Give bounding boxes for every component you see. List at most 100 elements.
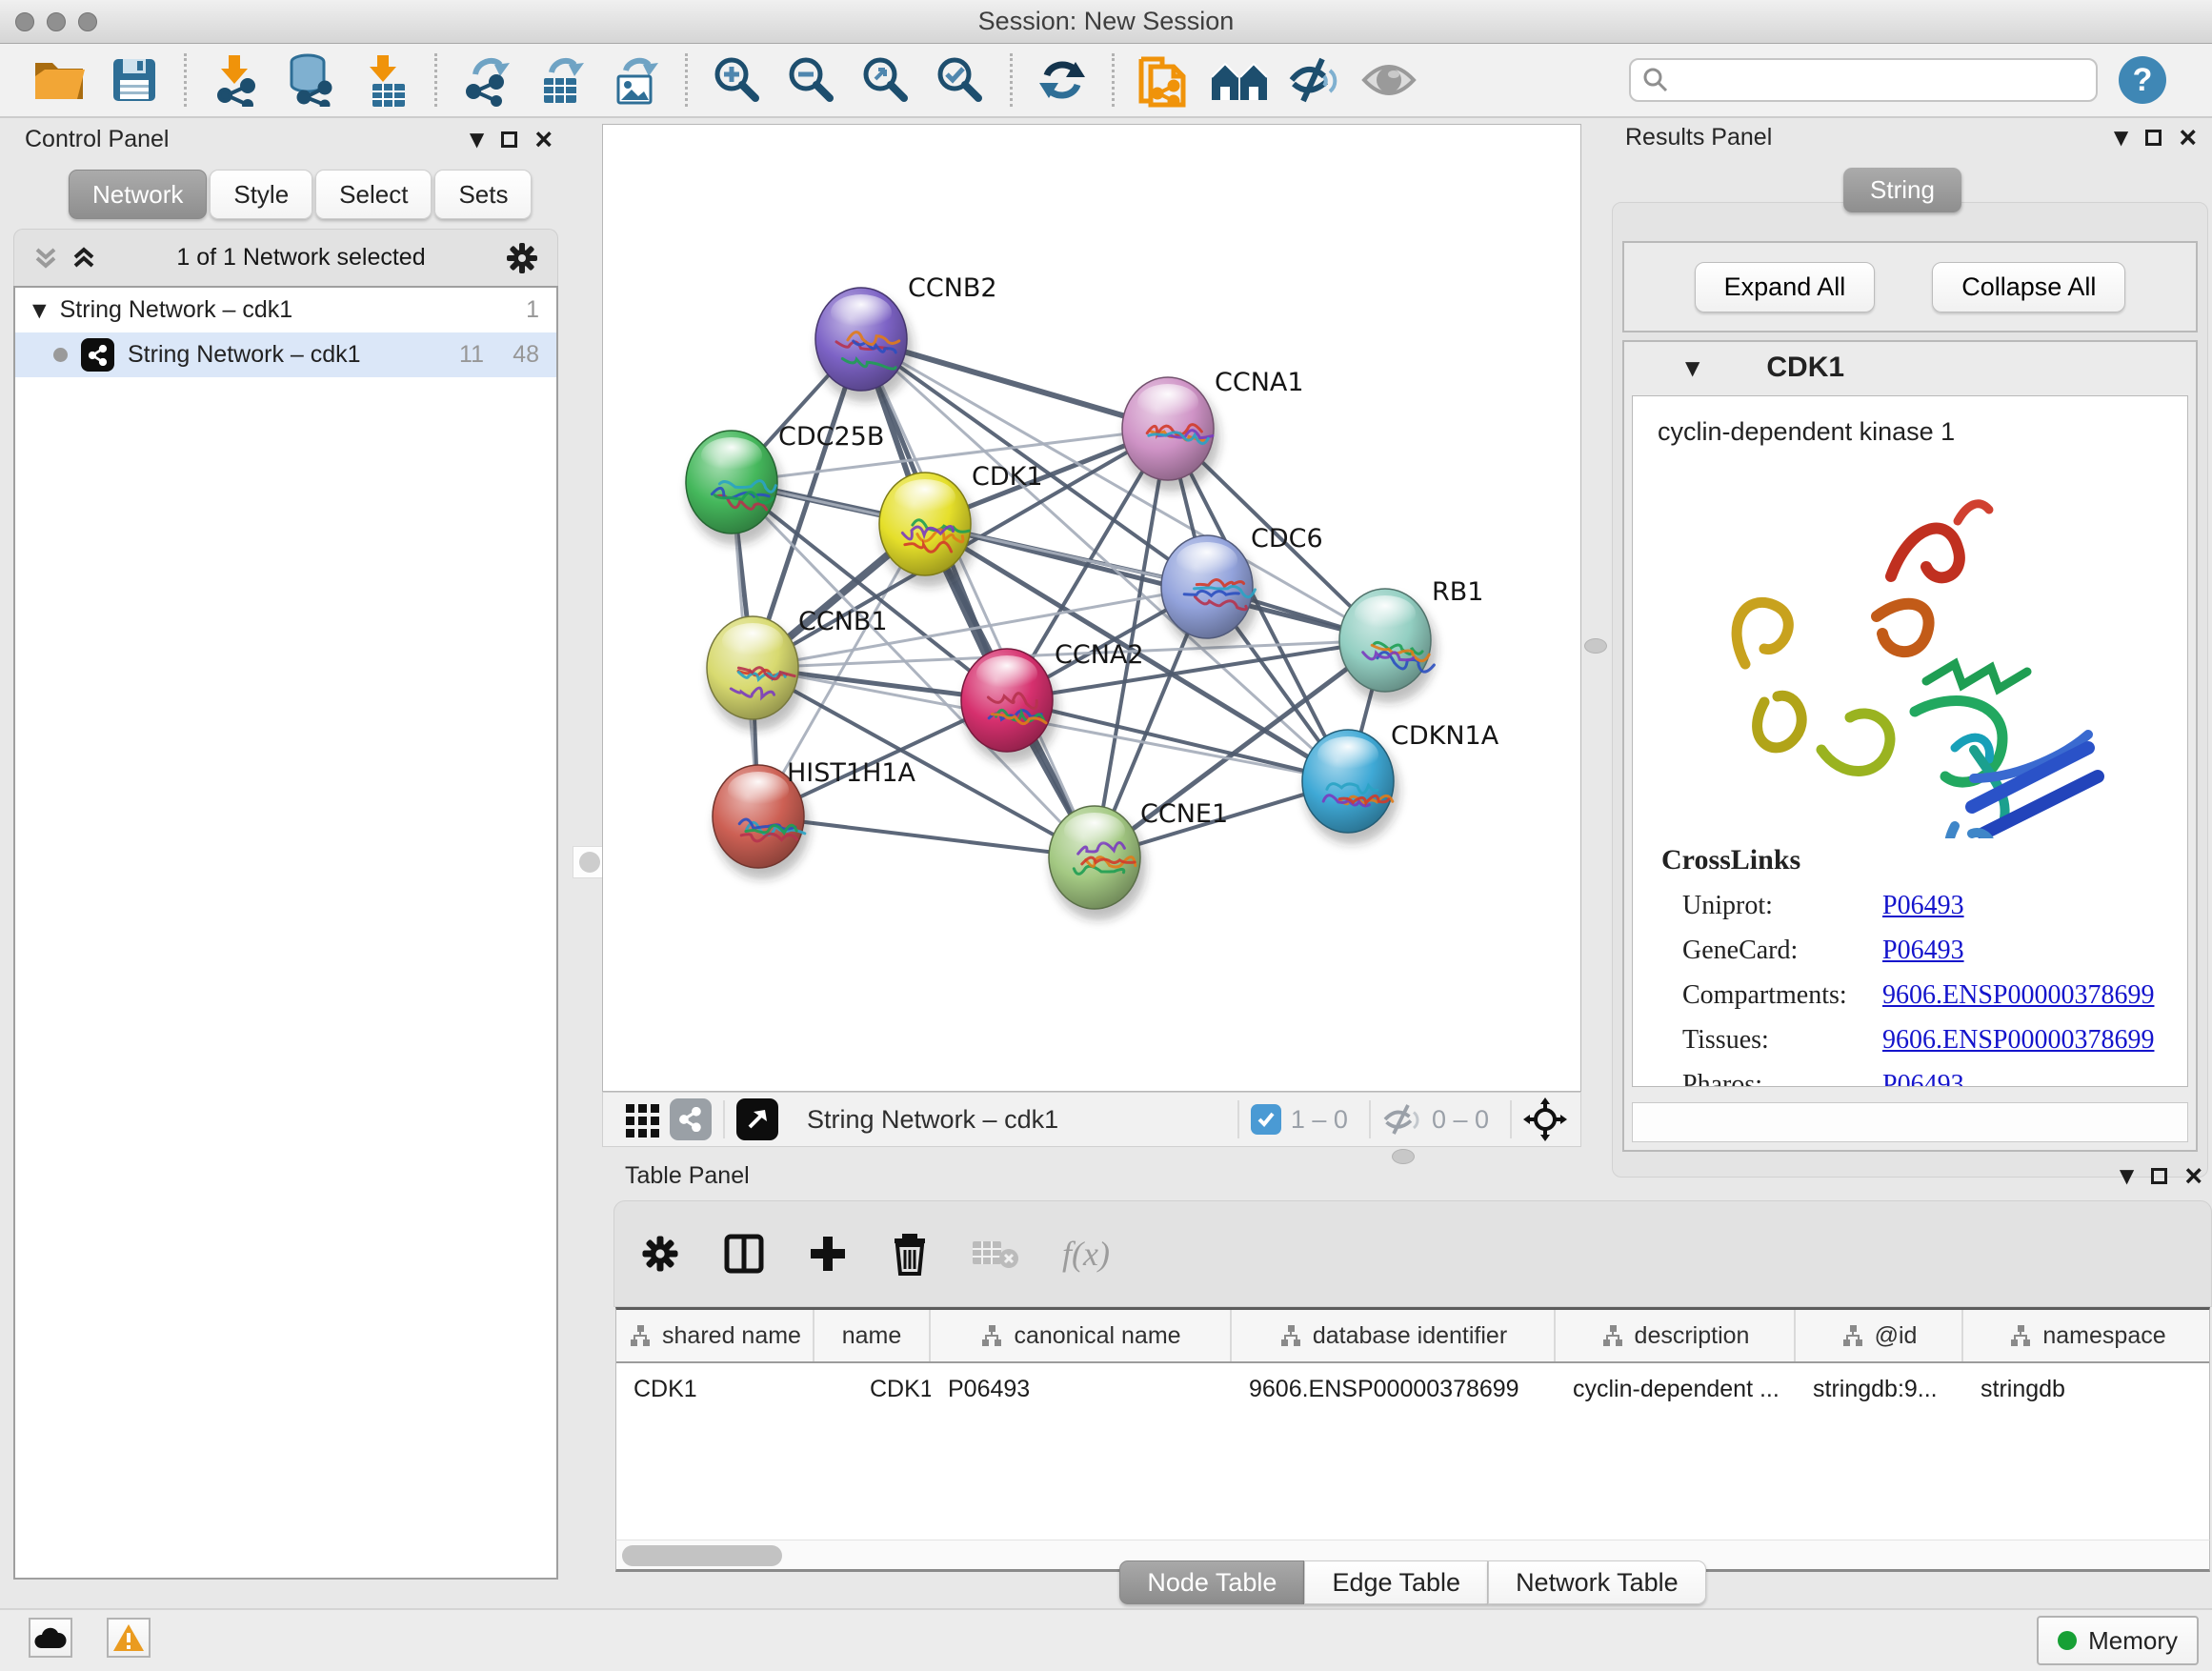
open-session-button[interactable] — [31, 51, 89, 109]
check-icon — [1256, 1109, 1277, 1130]
disclosure-triangle-icon[interactable]: ▼ — [32, 300, 47, 321]
export-image-button[interactable] — [607, 51, 664, 109]
memory-button[interactable]: Memory — [2037, 1616, 2199, 1665]
search-box[interactable] — [1629, 58, 2098, 102]
export-network-button[interactable] — [458, 51, 515, 109]
import-table-button[interactable] — [356, 51, 413, 109]
panel-float-icon[interactable] — [2151, 1168, 2167, 1184]
zoom-fit-button[interactable] — [857, 51, 915, 109]
import-network-button[interactable] — [208, 51, 265, 109]
delete-column-icon[interactable] — [891, 1232, 929, 1276]
panel-close-icon[interactable]: × — [2184, 1160, 2202, 1191]
birds-eye-view-button[interactable] — [736, 1098, 778, 1140]
warning-icon — [112, 1623, 145, 1652]
tab-sets[interactable]: Sets — [434, 170, 532, 219]
columns-icon[interactable] — [723, 1233, 765, 1275]
help-button[interactable]: ? — [2119, 56, 2166, 104]
export-table-button[interactable] — [533, 51, 590, 109]
expand-all-button[interactable]: Expand All — [1695, 262, 1876, 312]
network-row-selected[interactable]: String Network – cdk1 11 48 — [15, 332, 556, 377]
results-panel-title: Results Panel — [1625, 124, 1772, 151]
panel-close-icon[interactable]: × — [534, 124, 553, 154]
network-node-CCNA1[interactable] — [1122, 377, 1214, 480]
status-bar: Memory — [0, 1608, 2212, 1671]
share-document-button[interactable] — [1136, 51, 1193, 109]
tab-network-table[interactable]: Network Table — [1488, 1560, 1706, 1604]
refresh-button[interactable] — [1034, 51, 1091, 109]
minimize-window-button[interactable] — [47, 12, 66, 31]
column-header[interactable]: name — [814, 1310, 931, 1361]
disclosure-triangle-icon[interactable]: ▼ — [1685, 356, 1699, 379]
network-collection-row[interactable]: ▼ String Network – cdk1 1 — [15, 288, 556, 332]
import-network-from-database-button[interactable] — [282, 51, 339, 109]
node-label-CDC6: CDC6 — [1251, 524, 1323, 554]
close-window-button[interactable] — [15, 12, 34, 31]
collapse-all-button[interactable]: Collapse All — [1932, 262, 2125, 312]
zoom-in-button[interactable] — [709, 51, 766, 109]
panel-menu-icon[interactable]: ▼ — [2120, 1164, 2134, 1187]
save-session-button[interactable] — [106, 51, 163, 109]
gear-icon[interactable] — [639, 1233, 681, 1275]
node-label-HIST1H1A: HIST1H1A — [787, 758, 916, 788]
column-header[interactable]: shared name — [616, 1310, 814, 1361]
network-node-CCNE1[interactable] — [1049, 806, 1140, 909]
network-node-CDKN1A[interactable] — [1302, 730, 1394, 833]
panel-menu-icon[interactable]: ▼ — [470, 128, 484, 151]
tab-string[interactable]: String — [1843, 168, 1961, 212]
network-canvas[interactable]: CCNB2CCNA1CDC25BCDK1CDC6RB1CCNB1CCNA2CDK… — [602, 124, 1581, 1092]
attribute-icon — [2008, 1323, 2033, 1348]
crosslink-tissues[interactable]: 9606.ENSP00000378699 — [1882, 1025, 2154, 1056]
panel-menu-icon[interactable]: ▼ — [2114, 126, 2128, 149]
crosslink-compartments[interactable]: 9606.ENSP00000378699 — [1882, 980, 2154, 1011]
hidden-eye-icon[interactable] — [1382, 1103, 1422, 1136]
crosslink-pharos[interactable]: P06493 — [1882, 1070, 1964, 1087]
column-header[interactable]: @id — [1796, 1310, 1963, 1361]
network-node-CCNA2[interactable] — [961, 649, 1053, 752]
show-all-button[interactable] — [1360, 51, 1418, 109]
tab-select[interactable]: Select — [315, 170, 432, 219]
network-node-CDC25B[interactable] — [686, 431, 777, 534]
crosslink-uniprot[interactable]: P06493 — [1882, 891, 1964, 921]
node-table: shared name name canonical name database… — [615, 1307, 2210, 1540]
network-node-CCNB2[interactable] — [815, 288, 907, 391]
zoom-window-button[interactable] — [78, 12, 97, 31]
double-house-icon — [1210, 58, 1269, 102]
add-column-icon[interactable] — [807, 1233, 849, 1275]
search-input[interactable] — [1677, 66, 2084, 95]
column-header[interactable]: namespace — [1963, 1310, 2210, 1361]
zoom-out-button[interactable] — [783, 51, 840, 109]
panel-close-icon[interactable]: × — [2179, 122, 2197, 152]
column-header[interactable]: description — [1556, 1310, 1796, 1361]
homes-button[interactable] — [1210, 51, 1269, 109]
toolbar-divider — [723, 1100, 725, 1138]
network-node-CDK1[interactable] — [879, 473, 971, 575]
network-node-CCNB1[interactable] — [707, 616, 798, 719]
column-header[interactable]: database identifier — [1232, 1310, 1556, 1361]
panel-float-icon[interactable] — [2145, 130, 2162, 146]
zoom-selected-button[interactable] — [932, 51, 989, 109]
collapse-all-networks-icon[interactable] — [31, 244, 60, 272]
tab-node-table[interactable]: Node Table — [1119, 1560, 1304, 1604]
export-image-icon — [611, 53, 660, 107]
tab-style[interactable]: Style — [210, 170, 312, 219]
tab-edge-table[interactable]: Edge Table — [1304, 1560, 1488, 1604]
export-table-icon — [536, 53, 586, 107]
selected-nodes-checkbox[interactable] — [1251, 1104, 1281, 1135]
network-share-view-button[interactable] — [670, 1098, 712, 1140]
table-panel: Table Panel ▼ × f(x) shared name name ca… — [613, 1158, 2212, 1606]
expand-all-networks-icon[interactable] — [70, 244, 98, 272]
automation-status-button[interactable] — [29, 1618, 72, 1658]
string-network-graph[interactable]: CCNB2CCNA1CDC25BCDK1CDC6RB1CCNB1CCNA2CDK… — [603, 125, 1580, 1091]
grid-view-button[interactable] — [624, 1100, 662, 1138]
gene-description: cyclin-dependent kinase 1 — [1658, 417, 2187, 447]
panel-float-icon[interactable] — [501, 131, 517, 148]
pan-crosshair-icon[interactable] — [1523, 1097, 1567, 1141]
column-header[interactable]: canonical name — [931, 1310, 1232, 1361]
warnings-button[interactable] — [107, 1618, 151, 1658]
tab-network[interactable]: Network — [69, 170, 207, 219]
save-floppy-icon — [111, 57, 157, 103]
crosslink-genecard[interactable]: P06493 — [1882, 936, 1964, 966]
gear-icon[interactable] — [504, 240, 540, 276]
hide-selected-button[interactable] — [1286, 51, 1343, 109]
table-row[interactable]: CDK1 CDK1 P06493 9606.ENSP00000378699 cy… — [616, 1363, 2209, 1415]
